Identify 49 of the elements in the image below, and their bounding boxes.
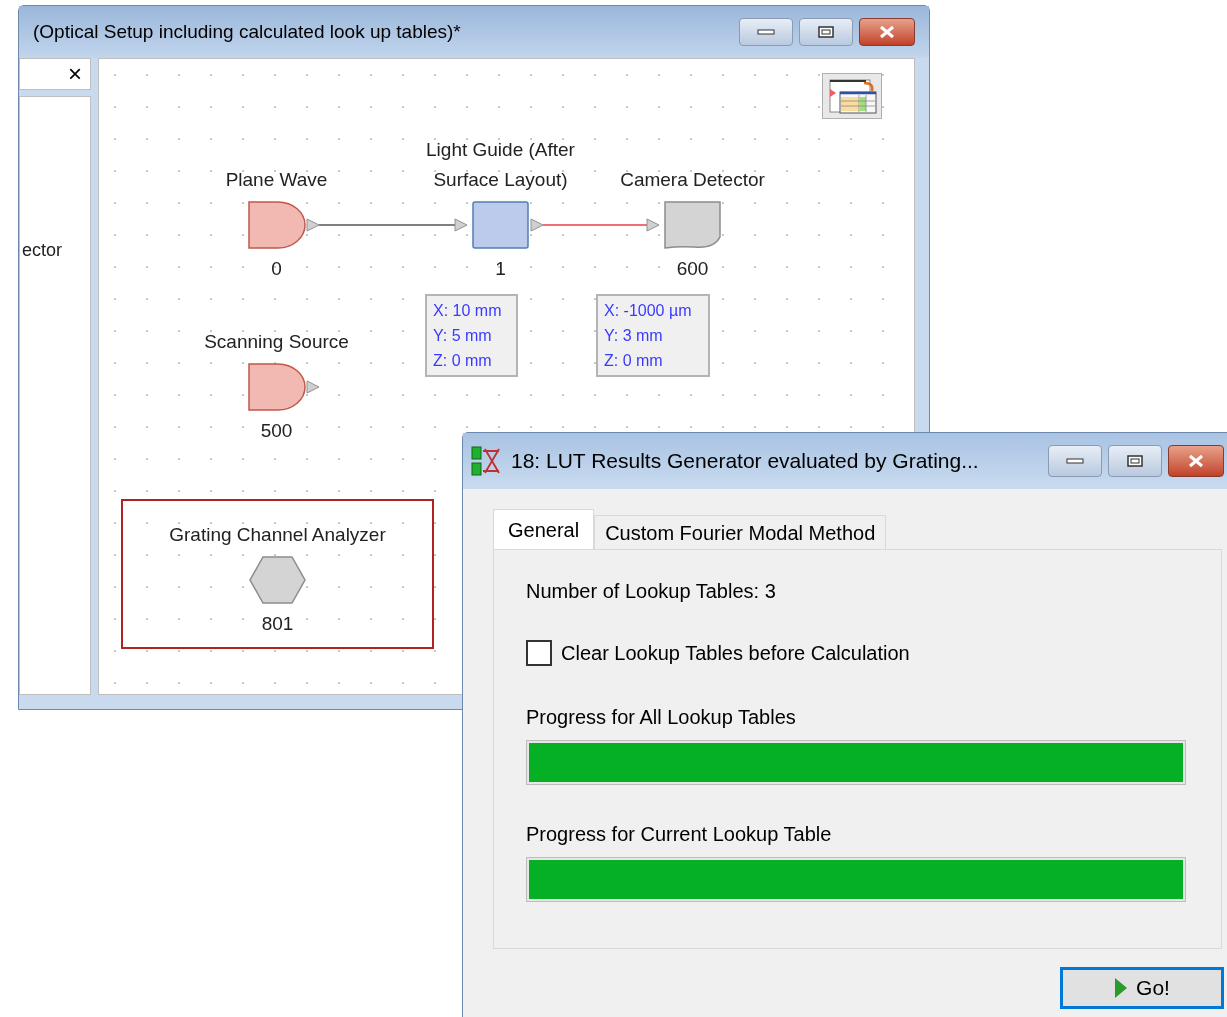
maximize-button[interactable] [799, 18, 853, 46]
maximize-button[interactable] [1108, 445, 1162, 477]
app-icon [471, 445, 501, 477]
tab[interactable]: Custom Fourier Modal Method [594, 515, 887, 549]
close-icon [879, 25, 895, 39]
window-title: (Optical Setup including calculated look up tables)* [33, 19, 461, 44]
coordinate-text: Z: 0 mm [433, 351, 493, 371]
node-number: 801 [261, 612, 294, 636]
close-icon [1188, 454, 1204, 468]
coordinate-text: Y: 3 mm [604, 326, 664, 346]
maximize-icon [1127, 455, 1143, 467]
source-node-icon[interactable] [248, 363, 320, 411]
go-button[interactable]: Go! [1060, 967, 1224, 1009]
coordinate-text: Y: 5 mm [433, 326, 493, 346]
coordinate-text: Z: 0 mm [604, 351, 664, 371]
lookup-table-button[interactable] [822, 73, 882, 119]
minimize-icon [757, 29, 775, 35]
node-label: Grating Channel Analyzer [169, 523, 386, 547]
table-icon [826, 77, 878, 115]
node-label: Light Guide (After Surface Layout) [425, 138, 576, 192]
minimize-icon [1066, 458, 1084, 464]
progress-label: Progress for All Lookup Tables [526, 705, 797, 730]
node-number: 500 [260, 419, 293, 443]
component-node-icon[interactable] [472, 201, 544, 249]
maximize-icon [818, 26, 834, 38]
node-number: 0 [271, 257, 282, 281]
checkbox-label: Clear Lookup Tables before Calculation [561, 641, 910, 666]
node-label: Plane Wave [225, 168, 328, 192]
panel-close-button[interactable]: × [68, 62, 82, 86]
minimize-button[interactable] [1048, 445, 1102, 477]
tab[interactable]: General [493, 509, 595, 549]
node-label: Scanning Source [204, 330, 349, 354]
play-icon [1114, 977, 1129, 999]
lookup-count-text: Number of Lookup Tables: 3 [526, 579, 777, 604]
coordinate-text: X: 10 mm [433, 301, 503, 321]
checkbox[interactable] [526, 640, 552, 666]
minimize-button[interactable] [739, 18, 793, 46]
node-number: 600 [676, 257, 709, 281]
dialog-title: 18: LUT Results Generator evaluated by Grating... [511, 448, 980, 475]
close-button[interactable] [1168, 445, 1224, 477]
source-node-icon[interactable] [248, 201, 320, 249]
node-number: 1 [495, 257, 506, 281]
coordinate-text: X: -1000 µm [604, 301, 693, 321]
progress-label: Progress for Current Lookup Table [526, 822, 833, 847]
detector-node-icon[interactable] [664, 201, 721, 249]
panel-label: ector [22, 240, 63, 260]
close-button[interactable] [859, 18, 915, 46]
node-label: Camera Detector [620, 168, 765, 192]
analyzer-node-icon[interactable] [249, 556, 306, 604]
